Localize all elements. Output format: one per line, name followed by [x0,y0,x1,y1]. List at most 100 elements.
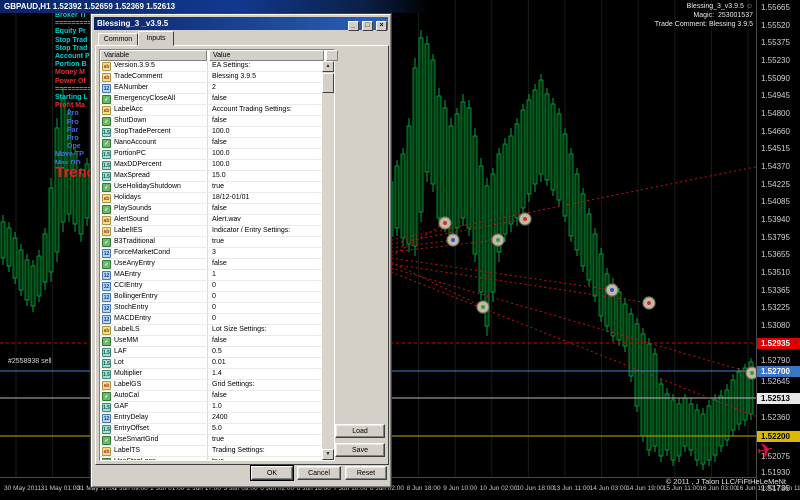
param-value[interactable]: true [207,457,322,460]
param-row[interactable]: ✓ UseMM false [100,336,322,347]
param-row[interactable]: ✓ NanoAccount false [100,138,322,149]
param-value[interactable]: 5.0 [207,424,322,434]
param-row[interactable]: ✓ ShutDown false [100,116,322,127]
param-row[interactable]: 12 BollingerEntry 0 [100,292,322,303]
param-row[interactable]: 1.5 EntryOffset 5.0 [100,424,322,435]
param-value[interactable]: true [207,237,322,247]
param-value[interactable]: 0 [207,303,322,313]
cancel-button[interactable]: Cancel [297,466,341,480]
param-row[interactable]: ✓ UseSmartGrid true [100,435,322,446]
param-row[interactable]: 1.5 Lot 0.01 [100,358,322,369]
param-value[interactable]: 1 [207,270,322,280]
scroll-thumb[interactable] [322,73,334,93]
reset-button[interactable]: Reset [345,466,387,480]
param-row[interactable]: 1.5 PortionPC 100.0 [100,149,322,160]
param-value[interactable]: 18/12-01/01 [207,193,322,203]
param-row[interactable]: ✓ UseAnyEntry false [100,259,322,270]
param-row[interactable]: ab LabelIES Indicator / Entry Settings: [100,226,322,237]
tab-inputs[interactable]: Inputs [138,31,174,46]
load-button[interactable]: Load [335,424,385,438]
close-button[interactable]: × [376,21,387,31]
param-row[interactable]: 12 StochEntry 0 [100,303,322,314]
bool-param-icon: ✓ [102,117,111,126]
param-value[interactable]: 1.4 [207,369,322,379]
param-row[interactable]: 12 EANumber 2 [100,83,322,94]
price-tick: 1.52790 [761,356,790,365]
param-value[interactable]: false [207,259,322,269]
param-value[interactable]: false [207,116,322,126]
column-header-variable[interactable]: Variable [100,50,207,61]
param-row[interactable]: 12 EntryDelay 2400 [100,413,322,424]
param-value[interactable]: 0.5 [207,347,322,357]
column-header-value[interactable]: Value [208,50,324,61]
param-row[interactable]: 1.5 GAF 1.0 [100,402,322,413]
param-row[interactable]: ✓ B3Traditional true [100,237,322,248]
param-row[interactable]: ab Holidays 18/12-01/01 [100,193,322,204]
param-value[interactable]: 2400 [207,413,322,423]
param-value[interactable]: EA Settings: [207,61,322,71]
param-value[interactable]: 0 [207,314,322,324]
candle-body [562,133,568,217]
overlay-line: Portion B [55,61,87,69]
param-row[interactable]: 12 MAEntry 1 [100,270,322,281]
maximize-button[interactable]: □ [361,21,373,31]
minimize-button[interactable]: _ [347,21,359,31]
param-row[interactable]: ab TradeComment Blessing 3.9.5 [100,72,322,83]
param-value[interactable]: true [207,435,322,445]
param-row[interactable]: 1.5 Multiplier 1.4 [100,369,322,380]
param-value[interactable]: 0 [207,281,322,291]
param-row[interactable]: ab LabelLS Lot Size Settings: [100,325,322,336]
dialog-titlebar[interactable]: Blessing_3 _v3.9.5 _ □ × [94,17,388,31]
param-row[interactable]: 1.5 MaxSpread 15.0 [100,171,322,182]
param-value[interactable]: false [207,138,322,148]
param-name: AlertSound [114,216,149,223]
scroll-down-icon[interactable]: ▼ [322,449,334,460]
param-value[interactable]: false [207,94,322,104]
param-row[interactable]: ✓ PlaySounds false [100,204,322,215]
param-row[interactable]: ✓ AutoCal false [100,391,322,402]
param-value[interactable]: Alert.wav [207,215,322,225]
param-row[interactable]: 12 ForceMarketCond 3 [100,248,322,259]
param-row[interactable]: ✓ EmergencyCloseAll false [100,94,322,105]
ea-info-overlay: Blessing_3_v3.9.5 ☺ Magic: 253001537 Tra… [655,2,753,29]
param-value[interactable]: true [207,182,322,192]
param-value[interactable]: 1.0 [207,402,322,412]
param-row[interactable]: ab LabelTS Trading Settings: [100,446,322,457]
param-name: MACDEntry [114,315,151,322]
param-value[interactable]: Blessing 3.9.5 [207,72,322,82]
param-row[interactable]: ✓UseStopLoss true [100,457,322,460]
list-scrollbar[interactable]: ▲ ▼ [322,61,334,460]
scroll-up-icon[interactable]: ▲ [322,61,334,72]
param-row[interactable]: ✓ UseHolidayShutdown true [100,182,322,193]
param-value[interactable]: 0.01 [207,358,322,368]
param-value[interactable]: false [207,204,322,214]
param-value[interactable]: 100.0 [207,127,322,137]
candle-body [442,107,448,225]
param-row[interactable]: ab LabelGS Grid Settings: [100,380,322,391]
param-value[interactable]: 0 [207,292,322,302]
param-row[interactable]: 1.5 StopTradePercent 100.0 [100,127,322,138]
param-value[interactable]: 100.0 [207,160,322,170]
param-value[interactable]: false [207,391,322,401]
param-value[interactable]: Lot Size Settings: [207,325,322,335]
param-row[interactable]: 1.5 LAF 0.5 [100,347,322,358]
param-value[interactable]: 3 [207,248,322,258]
param-value[interactable]: Account Trading Settings: [207,105,322,115]
param-row[interactable]: 1.5 MaxDDPercent 100.0 [100,160,322,171]
param-row[interactable]: ab Version.3.9.5 EA Settings: [100,61,322,72]
save-button[interactable]: Save [335,443,385,457]
param-row[interactable]: ab LabelAcc Account Trading Settings: [100,105,322,116]
param-row[interactable]: 12 MACDEntry 0 [100,314,322,325]
param-value[interactable]: 2 [207,83,322,93]
ok-button[interactable]: OK [251,466,293,480]
param-name: StopTradePercent [114,128,171,135]
param-value[interactable]: false [207,336,322,346]
param-value[interactable]: 15.0 [207,171,322,181]
param-value[interactable]: 100.0 [207,149,322,159]
param-row[interactable]: ab AlertSound Alert.wav [100,215,322,226]
param-name: LabelAcc [114,106,143,113]
param-value[interactable]: Indicator / Entry Settings: [207,226,322,236]
param-row[interactable]: 12 CCIEntry 0 [100,281,322,292]
param-value[interactable]: Trading Settings: [207,446,322,456]
param-value[interactable]: Grid Settings: [207,380,322,390]
